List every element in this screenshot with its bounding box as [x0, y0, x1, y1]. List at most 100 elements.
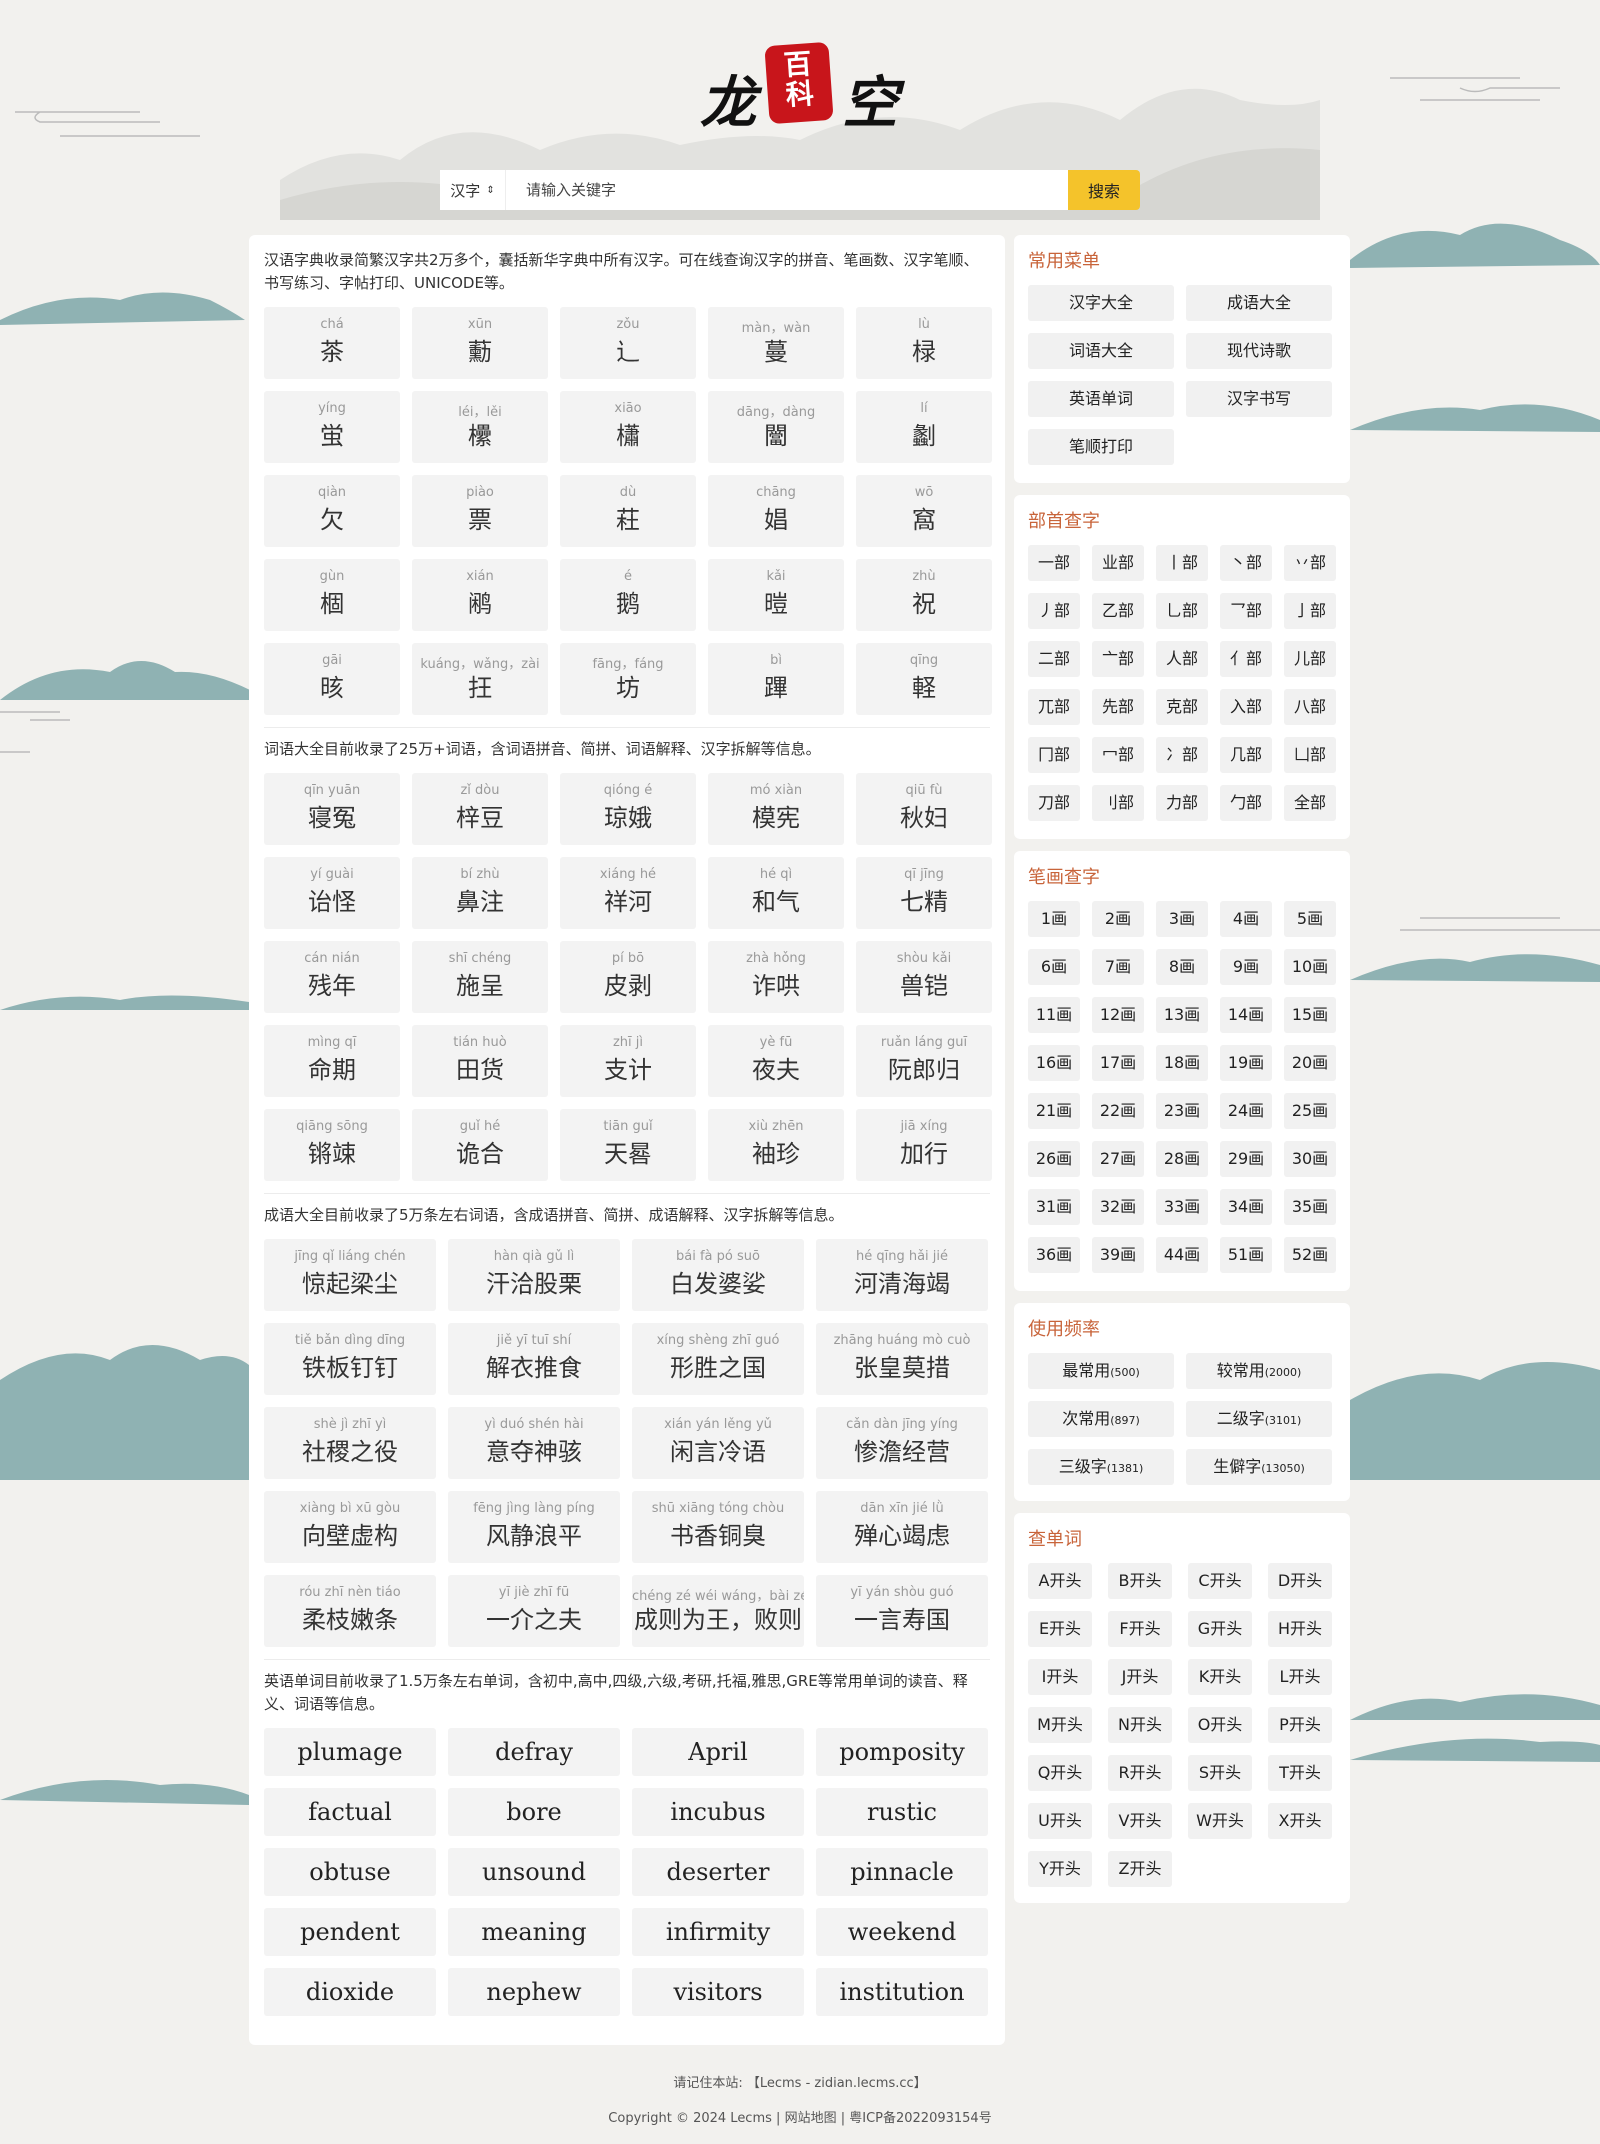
- stroke-item[interactable]: 36画: [1028, 1237, 1080, 1273]
- stroke-item[interactable]: 14画: [1220, 997, 1272, 1033]
- english-word-card[interactable]: pendent: [264, 1908, 436, 1956]
- english-word-card[interactable]: factual: [264, 1788, 436, 1836]
- radical-item[interactable]: 刀部: [1028, 785, 1080, 821]
- word-card[interactable]: zhà hǒng 诈哄: [708, 941, 844, 1013]
- idiom-card[interactable]: dān xīn jié lǜ 殚心竭虑: [816, 1491, 988, 1563]
- english-word-card[interactable]: infirmity: [632, 1908, 804, 1956]
- stroke-item[interactable]: 35画: [1284, 1189, 1336, 1225]
- char-card[interactable]: lù 椂: [856, 307, 992, 379]
- letter-item[interactable]: Q开头: [1028, 1755, 1092, 1791]
- stroke-item[interactable]: 25画: [1284, 1093, 1336, 1129]
- letter-item[interactable]: R开头: [1108, 1755, 1172, 1791]
- stroke-item[interactable]: 5画: [1284, 901, 1336, 937]
- stroke-item[interactable]: 27画: [1092, 1141, 1144, 1177]
- char-card[interactable]: xián 鹇: [412, 559, 548, 631]
- char-card[interactable]: wō 窩: [856, 475, 992, 547]
- stroke-item[interactable]: 19画: [1220, 1045, 1272, 1081]
- letter-item[interactable]: Z开头: [1108, 1851, 1172, 1887]
- letter-item[interactable]: X开头: [1268, 1803, 1332, 1839]
- char-card[interactable]: dù 荰: [560, 475, 696, 547]
- char-card[interactable]: kǎi 暟: [708, 559, 844, 631]
- stroke-item[interactable]: 13画: [1156, 997, 1208, 1033]
- idiom-card[interactable]: yī jiè zhī fū 一介之夫: [448, 1575, 620, 1647]
- letter-item[interactable]: H开头: [1268, 1611, 1332, 1647]
- letter-item[interactable]: E开头: [1028, 1611, 1092, 1647]
- frequency-item[interactable]: 生僻字(13050): [1186, 1449, 1332, 1485]
- char-card[interactable]: gāi 晐: [264, 643, 400, 715]
- letter-item[interactable]: C开头: [1188, 1563, 1252, 1599]
- stroke-item[interactable]: 6画: [1028, 949, 1080, 985]
- idiom-card[interactable]: jīng qǐ liáng chén 惊起梁尘: [264, 1239, 436, 1311]
- frequency-item[interactable]: 三级字(1381): [1028, 1449, 1174, 1485]
- char-card[interactable]: é鹅: [560, 559, 696, 631]
- stroke-item[interactable]: 16画: [1028, 1045, 1080, 1081]
- word-card[interactable]: qī jīng 七精: [856, 857, 992, 929]
- menu-item[interactable]: 英语单词: [1028, 381, 1174, 417]
- idiom-card[interactable]: yī yán shòu guó 一言寿国: [816, 1575, 988, 1647]
- letter-item[interactable]: N开头: [1108, 1707, 1172, 1743]
- radical-item[interactable]: 力部: [1156, 785, 1208, 821]
- stroke-item[interactable]: 39画: [1092, 1237, 1144, 1273]
- menu-item[interactable]: 笔顺打印: [1028, 429, 1174, 465]
- idiom-card[interactable]: hàn qià gǔ lì 汗洽股栗: [448, 1239, 620, 1311]
- english-word-card[interactable]: unsound: [448, 1848, 620, 1896]
- stroke-item[interactable]: 44画: [1156, 1237, 1208, 1273]
- letter-item[interactable]: T开头: [1268, 1755, 1332, 1791]
- english-word-card[interactable]: nephew: [448, 1968, 620, 2016]
- letter-item[interactable]: L开头: [1268, 1659, 1332, 1695]
- stroke-item[interactable]: 51画: [1220, 1237, 1272, 1273]
- char-card[interactable]: léi，lěi 欙: [412, 391, 548, 463]
- radical-item[interactable]: 丷部: [1284, 545, 1336, 581]
- english-word-card[interactable]: pomposity: [816, 1728, 988, 1776]
- stroke-item[interactable]: 33画: [1156, 1189, 1208, 1225]
- idiom-card[interactable]: bái fà pó suō 白发婆娑: [632, 1239, 804, 1311]
- menu-item[interactable]: 现代诗歌: [1186, 333, 1332, 369]
- letter-item[interactable]: Y开头: [1028, 1851, 1092, 1887]
- stroke-item[interactable]: 26画: [1028, 1141, 1080, 1177]
- idiom-card[interactable]: yì duó shén hài 意夺神骇: [448, 1407, 620, 1479]
- radical-item[interactable]: 乙部: [1092, 593, 1144, 629]
- radical-item[interactable]: 亻部: [1220, 641, 1272, 677]
- radical-item[interactable]: 丶部: [1220, 545, 1272, 581]
- search-type-select[interactable]: 汉字 ⇕: [440, 170, 506, 210]
- char-card[interactable]: xūn 蘍: [412, 307, 548, 379]
- radical-item[interactable]: 克部: [1156, 689, 1208, 725]
- frequency-item[interactable]: 较常用(2000): [1186, 1353, 1332, 1389]
- stroke-item[interactable]: 24画: [1220, 1093, 1272, 1129]
- radical-item[interactable]: 业部: [1092, 545, 1144, 581]
- menu-item[interactable]: 成语大全: [1186, 285, 1332, 321]
- idiom-card[interactable]: shè jì zhī yì 社稷之役: [264, 1407, 436, 1479]
- stroke-item[interactable]: 11画: [1028, 997, 1080, 1033]
- radical-item[interactable]: 丿部: [1028, 593, 1080, 629]
- word-card[interactable]: tiān guǐ 天晷: [560, 1109, 696, 1181]
- english-word-card[interactable]: plumage: [264, 1728, 436, 1776]
- radical-item[interactable]: 亠部: [1092, 641, 1144, 677]
- char-card[interactable]: yíng 蛍: [264, 391, 400, 463]
- sitemap-link[interactable]: 网站地图: [785, 2111, 837, 2126]
- stroke-item[interactable]: 1画: [1028, 901, 1080, 937]
- menu-item[interactable]: 词语大全: [1028, 333, 1174, 369]
- word-card[interactable]: yí guài 诒怪: [264, 857, 400, 929]
- stroke-item[interactable]: 9画: [1220, 949, 1272, 985]
- letter-item[interactable]: G开头: [1188, 1611, 1252, 1647]
- stroke-item[interactable]: 29画: [1220, 1141, 1272, 1177]
- menu-item[interactable]: 汉字书写: [1186, 381, 1332, 417]
- word-card[interactable]: hé qì 和气: [708, 857, 844, 929]
- char-card[interactable]: fāng，fáng 坊: [560, 643, 696, 715]
- english-word-card[interactable]: rustic: [816, 1788, 988, 1836]
- search-button[interactable]: 搜索: [1068, 170, 1140, 210]
- stroke-item[interactable]: 7画: [1092, 949, 1144, 985]
- word-card[interactable]: qióng é 琼娥: [560, 773, 696, 845]
- stroke-item[interactable]: 21画: [1028, 1093, 1080, 1129]
- letter-item[interactable]: A开头: [1028, 1563, 1092, 1599]
- radical-item[interactable]: 一部: [1028, 545, 1080, 581]
- stroke-item[interactable]: 32画: [1092, 1189, 1144, 1225]
- char-card[interactable]: zǒu 辶: [560, 307, 696, 379]
- radical-item[interactable]: 亅部: [1284, 593, 1336, 629]
- letter-item[interactable]: S开头: [1188, 1755, 1252, 1791]
- radical-item[interactable]: 乚部: [1156, 593, 1208, 629]
- word-card[interactable]: yè fū 夜夫: [708, 1025, 844, 1097]
- radical-item[interactable]: 儿部: [1284, 641, 1336, 677]
- idiom-card[interactable]: hé qīng hǎi jié 河清海竭: [816, 1239, 988, 1311]
- idiom-card[interactable]: chéng zé wéi wáng，bài zé 成则为王，败则: [632, 1575, 804, 1647]
